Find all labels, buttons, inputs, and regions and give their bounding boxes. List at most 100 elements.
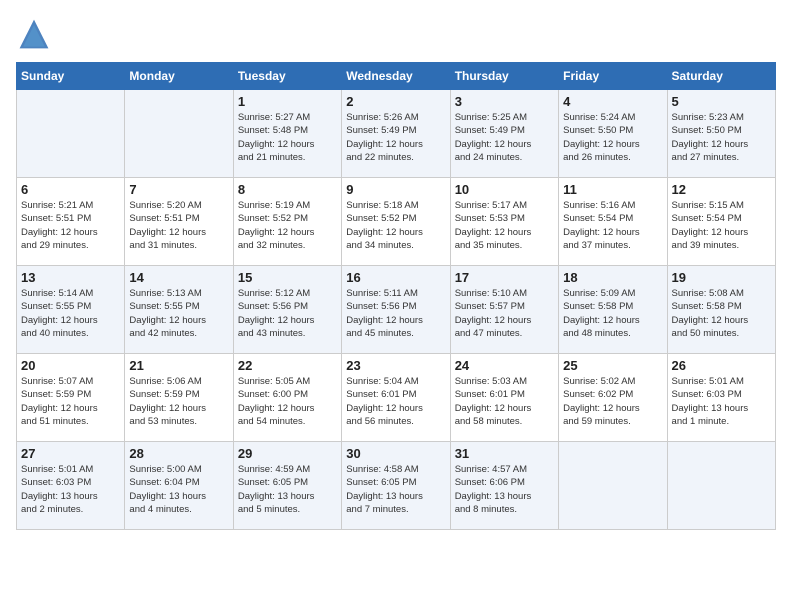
- day-number: 24: [455, 358, 554, 373]
- day-number: 11: [563, 182, 662, 197]
- header-row: SundayMondayTuesdayWednesdayThursdayFrid…: [17, 63, 776, 90]
- day-number: 5: [672, 94, 771, 109]
- day-info: Sunrise: 5:13 AM Sunset: 5:55 PM Dayligh…: [129, 287, 228, 340]
- day-info: Sunrise: 5:16 AM Sunset: 5:54 PM Dayligh…: [563, 199, 662, 252]
- day-cell: 29 Sunrise: 4:59 AM Sunset: 6:05 PM Dayli…: [233, 442, 341, 530]
- day-number: 30: [346, 446, 445, 461]
- page-header: [16, 16, 776, 52]
- day-number: 25: [563, 358, 662, 373]
- day-info: Sunrise: 5:25 AM Sunset: 5:49 PM Dayligh…: [455, 111, 554, 164]
- day-info: Sunrise: 5:01 AM Sunset: 6:03 PM Dayligh…: [21, 463, 120, 516]
- day-info: Sunrise: 5:00 AM Sunset: 6:04 PM Dayligh…: [129, 463, 228, 516]
- day-info: Sunrise: 5:07 AM Sunset: 5:59 PM Dayligh…: [21, 375, 120, 428]
- day-cell: 19 Sunrise: 5:08 AM Sunset: 5:58 PM Dayli…: [667, 266, 775, 354]
- day-number: 15: [238, 270, 337, 285]
- day-cell: 26Sunrise: 5:01 AM Sunset: 6:03 PM Dayli…: [667, 354, 775, 442]
- day-cell: 11 Sunrise: 5:16 AM Sunset: 5:54 PM Dayli…: [559, 178, 667, 266]
- day-info: Sunrise: 5:11 AM Sunset: 5:56 PM Dayligh…: [346, 287, 445, 340]
- day-cell: 30 Sunrise: 4:58 AM Sunset: 6:05 PM Dayli…: [342, 442, 450, 530]
- day-number: 28: [129, 446, 228, 461]
- week-row-4: 27 Sunrise: 5:01 AM Sunset: 6:03 PM Dayli…: [17, 442, 776, 530]
- day-info: Sunrise: 5:17 AM Sunset: 5:53 PM Dayligh…: [455, 199, 554, 252]
- day-number: 21: [129, 358, 228, 373]
- header-cell-saturday: Saturday: [667, 63, 775, 90]
- day-cell: 7Sunrise: 5:20 AM Sunset: 5:51 PM Daylig…: [125, 178, 233, 266]
- day-info: Sunrise: 5:12 AM Sunset: 5:56 PM Dayligh…: [238, 287, 337, 340]
- day-info: Sunrise: 5:05 AM Sunset: 6:00 PM Dayligh…: [238, 375, 337, 428]
- week-row-0: 1 Sunrise: 5:27 AM Sunset: 5:48 PM Daylig…: [17, 90, 776, 178]
- calendar-table: SundayMondayTuesdayWednesdayThursdayFrid…: [16, 62, 776, 530]
- day-info: Sunrise: 5:10 AM Sunset: 5:57 PM Dayligh…: [455, 287, 554, 340]
- day-number: 12: [672, 182, 771, 197]
- day-info: Sunrise: 4:57 AM Sunset: 6:06 PM Dayligh…: [455, 463, 554, 516]
- logo-icon: [16, 16, 52, 52]
- day-info: Sunrise: 5:26 AM Sunset: 5:49 PM Dayligh…: [346, 111, 445, 164]
- day-cell: 8Sunrise: 5:19 AM Sunset: 5:52 PM Daylig…: [233, 178, 341, 266]
- week-row-1: 6 Sunrise: 5:21 AM Sunset: 5:51 PM Daylig…: [17, 178, 776, 266]
- day-cell: 5 Sunrise: 5:23 AM Sunset: 5:50 PM Daylig…: [667, 90, 775, 178]
- day-info: Sunrise: 5:04 AM Sunset: 6:01 PM Dayligh…: [346, 375, 445, 428]
- day-number: 22: [238, 358, 337, 373]
- header-cell-tuesday: Tuesday: [233, 63, 341, 90]
- day-info: Sunrise: 5:24 AM Sunset: 5:50 PM Dayligh…: [563, 111, 662, 164]
- day-cell: [125, 90, 233, 178]
- day-number: 6: [21, 182, 120, 197]
- day-number: 26: [672, 358, 771, 373]
- day-number: 29: [238, 446, 337, 461]
- day-info: Sunrise: 5:08 AM Sunset: 5:58 PM Dayligh…: [672, 287, 771, 340]
- day-cell: 20 Sunrise: 5:07 AM Sunset: 5:59 PM Dayli…: [17, 354, 125, 442]
- day-info: Sunrise: 5:06 AM Sunset: 5:59 PM Dayligh…: [129, 375, 228, 428]
- day-cell: 12Sunrise: 5:15 AM Sunset: 5:54 PM Dayli…: [667, 178, 775, 266]
- day-info: Sunrise: 5:20 AM Sunset: 5:51 PM Dayligh…: [129, 199, 228, 252]
- day-number: 23: [346, 358, 445, 373]
- day-number: 20: [21, 358, 120, 373]
- header-cell-friday: Friday: [559, 63, 667, 90]
- day-cell: 31 Sunrise: 4:57 AM Sunset: 6:06 PM Dayli…: [450, 442, 558, 530]
- week-row-3: 20 Sunrise: 5:07 AM Sunset: 5:59 PM Dayli…: [17, 354, 776, 442]
- day-cell: 6 Sunrise: 5:21 AM Sunset: 5:51 PM Daylig…: [17, 178, 125, 266]
- day-cell: 18 Sunrise: 5:09 AM Sunset: 5:58 PM Dayli…: [559, 266, 667, 354]
- day-number: 10: [455, 182, 554, 197]
- day-cell: 25 Sunrise: 5:02 AM Sunset: 6:02 PM Dayli…: [559, 354, 667, 442]
- day-info: Sunrise: 5:19 AM Sunset: 5:52 PM Dayligh…: [238, 199, 337, 252]
- day-info: Sunrise: 4:59 AM Sunset: 6:05 PM Dayligh…: [238, 463, 337, 516]
- day-cell: 15 Sunrise: 5:12 AM Sunset: 5:56 PM Dayli…: [233, 266, 341, 354]
- day-info: Sunrise: 5:23 AM Sunset: 5:50 PM Dayligh…: [672, 111, 771, 164]
- day-cell: 21 Sunrise: 5:06 AM Sunset: 5:59 PM Dayli…: [125, 354, 233, 442]
- day-number: 16: [346, 270, 445, 285]
- day-cell: 9Sunrise: 5:18 AM Sunset: 5:52 PM Daylig…: [342, 178, 450, 266]
- day-number: 18: [563, 270, 662, 285]
- day-cell: [17, 90, 125, 178]
- day-cell: 28 Sunrise: 5:00 AM Sunset: 6:04 PM Dayli…: [125, 442, 233, 530]
- day-cell: 1 Sunrise: 5:27 AM Sunset: 5:48 PM Daylig…: [233, 90, 341, 178]
- day-info: Sunrise: 4:58 AM Sunset: 6:05 PM Dayligh…: [346, 463, 445, 516]
- day-number: 1: [238, 94, 337, 109]
- day-number: 17: [455, 270, 554, 285]
- day-number: 19: [672, 270, 771, 285]
- day-cell: 3 Sunrise: 5:25 AM Sunset: 5:49 PM Daylig…: [450, 90, 558, 178]
- day-cell: 14 Sunrise: 5:13 AM Sunset: 5:55 PM Dayli…: [125, 266, 233, 354]
- logo: [16, 16, 56, 52]
- day-info: Sunrise: 5:27 AM Sunset: 5:48 PM Dayligh…: [238, 111, 337, 164]
- day-number: 31: [455, 446, 554, 461]
- header-cell-monday: Monday: [125, 63, 233, 90]
- day-cell: [667, 442, 775, 530]
- day-cell: 17 Sunrise: 5:10 AM Sunset: 5:57 PM Dayli…: [450, 266, 558, 354]
- day-cell: 27 Sunrise: 5:01 AM Sunset: 6:03 PM Dayli…: [17, 442, 125, 530]
- day-number: 27: [21, 446, 120, 461]
- day-cell: 13Sunrise: 5:14 AM Sunset: 5:55 PM Dayli…: [17, 266, 125, 354]
- day-number: 2: [346, 94, 445, 109]
- header-cell-wednesday: Wednesday: [342, 63, 450, 90]
- day-info: Sunrise: 5:21 AM Sunset: 5:51 PM Dayligh…: [21, 199, 120, 252]
- day-info: Sunrise: 5:02 AM Sunset: 6:02 PM Dayligh…: [563, 375, 662, 428]
- day-number: 4: [563, 94, 662, 109]
- day-info: Sunrise: 5:09 AM Sunset: 5:58 PM Dayligh…: [563, 287, 662, 340]
- header-cell-thursday: Thursday: [450, 63, 558, 90]
- day-cell: 23 Sunrise: 5:04 AM Sunset: 6:01 PM Dayli…: [342, 354, 450, 442]
- day-number: 9: [346, 182, 445, 197]
- day-cell: 10 Sunrise: 5:17 AM Sunset: 5:53 PM Dayli…: [450, 178, 558, 266]
- day-cell: [559, 442, 667, 530]
- day-number: 14: [129, 270, 228, 285]
- day-cell: 4 Sunrise: 5:24 AM Sunset: 5:50 PM Daylig…: [559, 90, 667, 178]
- day-number: 3: [455, 94, 554, 109]
